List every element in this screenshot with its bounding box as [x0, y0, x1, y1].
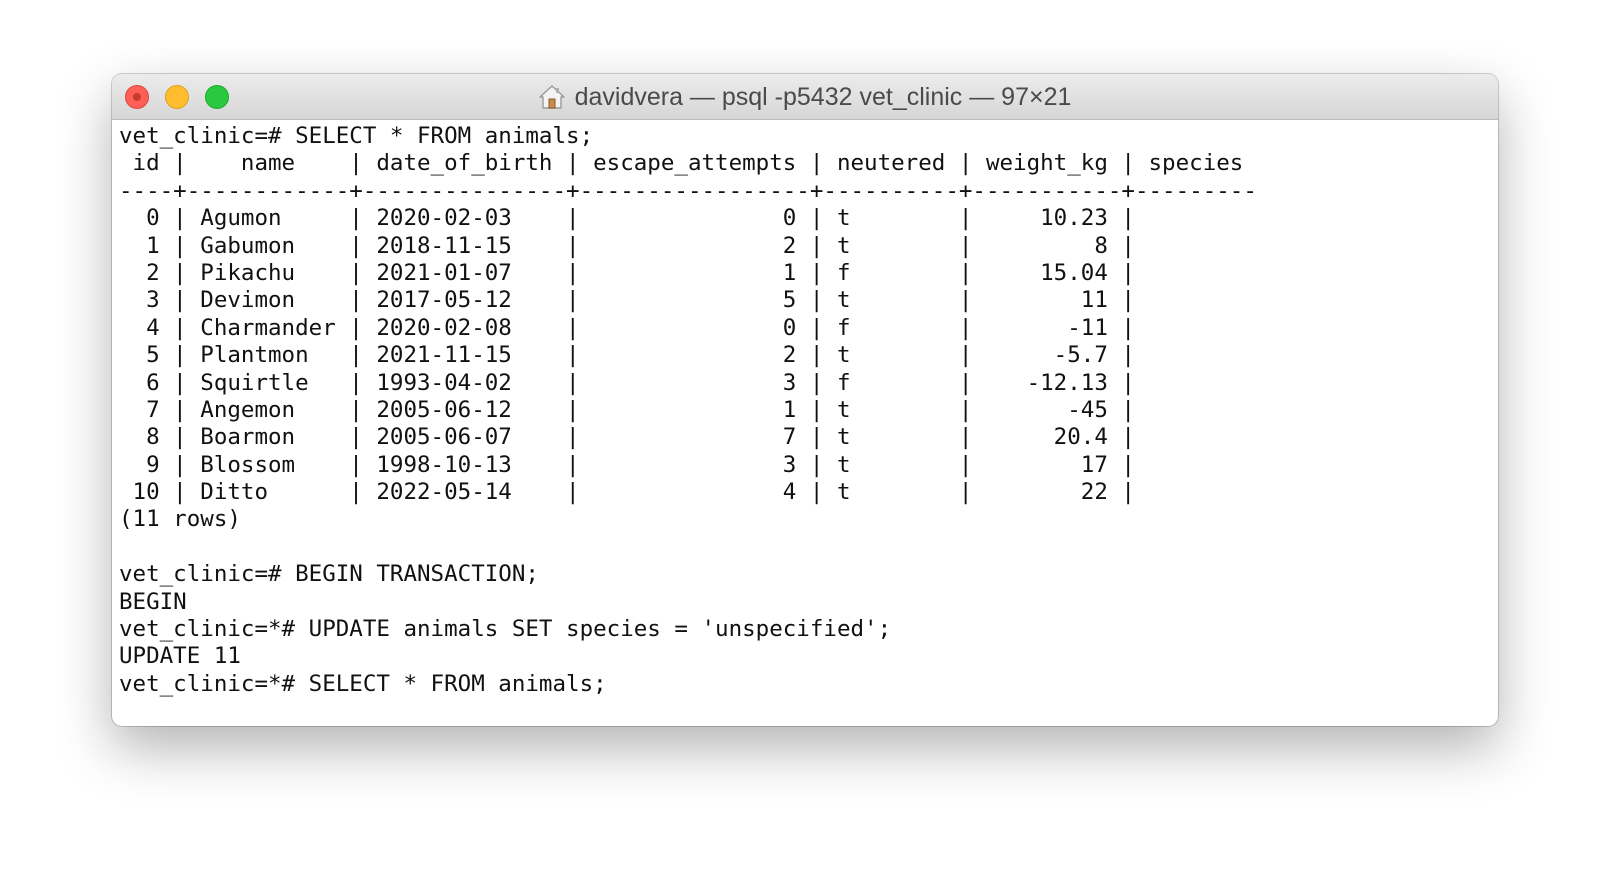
terminal-window: davidvera — psql -p5432 vet_clinic — 97×… [112, 74, 1498, 726]
terminal-line: 4 | Charmander | 2020-02-08 | 0 | f | -1… [119, 314, 1135, 341]
title-bar[interactable]: davidvera — psql -p5432 vet_clinic — 97×… [112, 74, 1498, 120]
terminal-output[interactable]: vet_clinic=# SELECT * FROM animals; id |… [119, 123, 1257, 698]
terminal-line: 8 | Boarmon | 2005-06-07 | 7 | t | 20.4 … [119, 424, 1135, 451]
terminal-line: 9 | Blossom | 1998-10-13 | 3 | t | 17 | [119, 451, 1135, 478]
terminal-line: 10 | Ditto | 2022-05-14 | 4 | t | 22 | [119, 479, 1135, 506]
window-title: davidvera — psql -p5432 vet_clinic — 97×… [574, 82, 1072, 111]
terminal-line: vet_clinic=# SELECT * FROM animals; [119, 123, 594, 149]
terminal-line: ----+------------+---------------+------… [119, 177, 1257, 204]
terminal-line: UPDATE 11 [119, 643, 241, 670]
terminal-line: vet_clinic=*# UPDATE animals SET species… [119, 616, 892, 643]
terminal-line: 6 | Squirtle | 1993-04-02 | 3 | f | -12.… [119, 369, 1135, 396]
terminal-line: 5 | Plantmon | 2021-11-15 | 2 | t | -5.7… [119, 342, 1135, 369]
terminal-line: 7 | Angemon | 2005-06-12 | 1 | t | -45 | [119, 396, 1135, 423]
title-group: davidvera — psql -p5432 vet_clinic — 97×… [112, 74, 1498, 120]
terminal-line: (11 rows) [119, 506, 241, 533]
terminal-line: BEGIN [119, 588, 187, 615]
terminal-line: vet_clinic=# BEGIN TRANSACTION; [119, 561, 539, 588]
terminal-line: vet_clinic=*# SELECT * FROM animals; [119, 670, 607, 697]
terminal-line: 2 | Pikachu | 2021-01-07 | 1 | f | 15.04… [119, 259, 1135, 286]
terminal-line: 3 | Devimon | 2017-05-12 | 5 | t | 11 | [119, 287, 1135, 314]
home-icon [538, 84, 565, 110]
terminal-line: 0 | Agumon | 2020-02-03 | 0 | t | 10.23 … [119, 205, 1135, 232]
terminal-line: 1 | Gabumon | 2018-11-15 | 2 | t | 8 | [119, 232, 1135, 259]
terminal-line: id | name | date_of_birth | escape_attem… [119, 150, 1244, 177]
